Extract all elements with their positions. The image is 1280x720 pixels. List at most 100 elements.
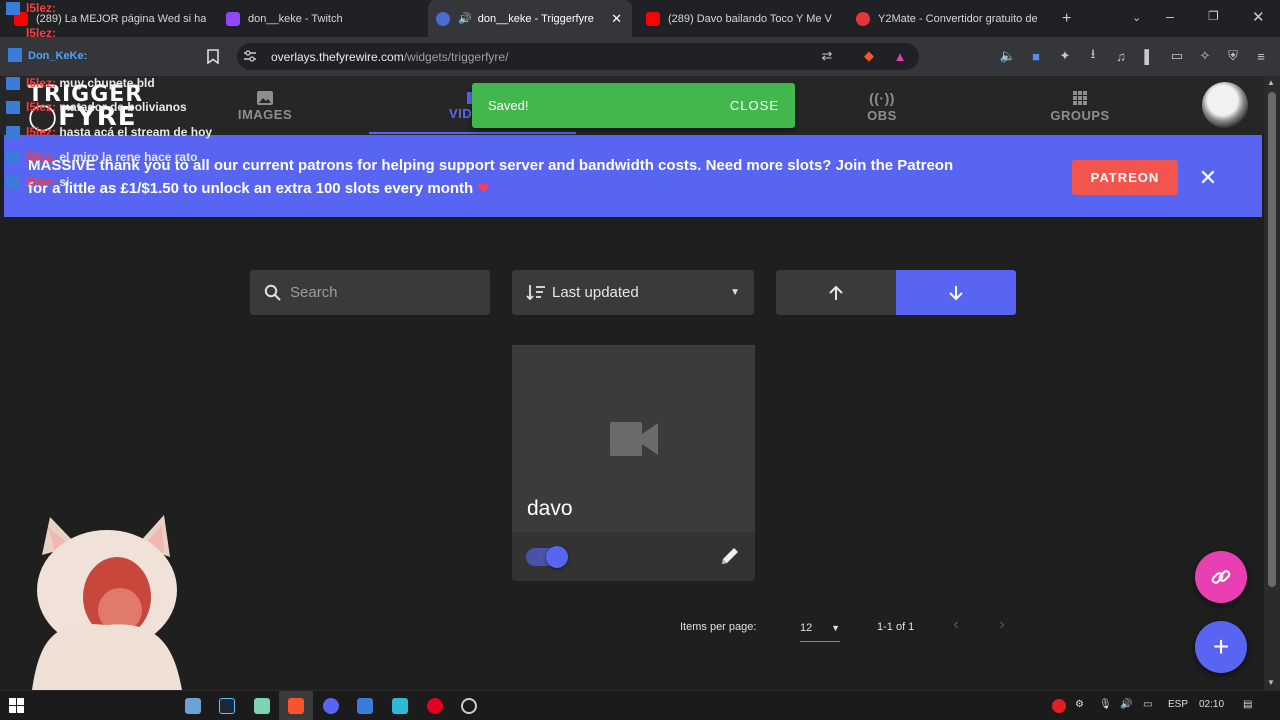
tray-app-icon[interactable] (1052, 699, 1066, 713)
chat-line: l5lez: muy chupete bld (6, 76, 155, 91)
close-tab-icon[interactable]: ✕ (611, 11, 622, 27)
notes-icon[interactable] (254, 698, 270, 714)
wallet-icon[interactable]: ▭ (1169, 48, 1185, 64)
obs-icon[interactable] (461, 698, 477, 714)
explorer-icon[interactable] (357, 698, 373, 714)
sort-select[interactable]: Last updated ▼ (512, 270, 754, 315)
taskbar-app-icon[interactable] (185, 698, 201, 714)
link-fab-button[interactable] (1195, 551, 1247, 603)
brave-browser-icon[interactable] (288, 698, 304, 714)
enabled-toggle[interactable] (526, 545, 568, 569)
user-avatar[interactable] (1202, 82, 1248, 128)
menu-icon[interactable]: ≡ (1253, 48, 1269, 64)
browser-tab-twitch[interactable]: don__keke - Twitch (226, 0, 418, 37)
items-per-page-select[interactable]: 12 ▼ (800, 614, 840, 642)
restore-icon[interactable]: ❐ (1208, 9, 1219, 23)
tab-label: IMAGES (237, 106, 293, 122)
url-host: overlays.thefyrewire.com (271, 49, 404, 64)
search-input[interactable]: Search (250, 270, 490, 315)
broadcast-icon: ((·)) (869, 89, 895, 106)
popcat-overlay-image (32, 515, 182, 690)
sidebar-icon[interactable]: ▌ (1141, 48, 1157, 64)
chat-message: hasta acá el stream de hoy (59, 125, 213, 139)
volume-icon[interactable]: 🔈 (1000, 48, 1016, 64)
minimize-icon[interactable]: – (1166, 8, 1174, 24)
tab-title: don__keke - Triggerfyre (477, 12, 594, 25)
chat-user: l5lez: (26, 1, 57, 15)
translate-icon[interactable]: ⇄ (819, 48, 835, 64)
chat-message: muy chupete bld (59, 76, 155, 90)
chat-line: l5lez: el miro la rene hace rato (6, 150, 198, 165)
chat-badge-icon (6, 101, 20, 115)
chat-message: el miro la rene hace rato (59, 150, 198, 164)
arrow-up-icon (829, 285, 843, 300)
saved-toast: Saved! CLOSE (472, 83, 795, 128)
speaker-tray-icon[interactable]: 🔊 (1120, 699, 1132, 710)
steam-icon[interactable] (219, 698, 235, 714)
chevron-down-icon: ▼ (831, 622, 840, 633)
url-path: /widgets/triggerfyre/ (403, 49, 509, 64)
chat-user: l5lez: (26, 150, 57, 164)
previous-page-button[interactable]: ‹ (946, 616, 966, 638)
leo-ai-icon[interactable]: ✧ (1197, 48, 1213, 64)
videocam-icon (610, 422, 658, 456)
search-placeholder: Search (290, 284, 338, 301)
sort-label: Last updated (552, 284, 639, 301)
tab-label: GROUPS (1050, 107, 1110, 123)
tray-steam-icon[interactable]: ⚙ (1075, 699, 1084, 710)
tab-images[interactable]: IMAGES (220, 84, 310, 128)
tab-obs[interactable]: ((·)) OBS (842, 84, 922, 128)
browser-tab-youtube-2[interactable]: (289) Davo bailando Toco Y Me V (646, 0, 836, 37)
brave-shields-icon[interactable]: ◆ (861, 48, 877, 64)
tab-search-icon[interactable]: ⌄ (1132, 11, 1141, 24)
site-settings-icon[interactable] (242, 48, 258, 64)
new-tab-icon[interactable]: + (1062, 10, 1071, 28)
search-icon (264, 284, 281, 301)
translate-extension-icon[interactable]: ■ (1028, 48, 1044, 64)
chat-badge-icon (6, 176, 20, 190)
link-icon (1211, 570, 1231, 584)
add-fab-button[interactable]: + (1195, 621, 1247, 673)
items-per-page-value: 12 (800, 621, 813, 634)
sort-descending-button[interactable] (896, 270, 1016, 315)
sort-ascending-button[interactable] (776, 270, 896, 315)
chat-badge-icon (6, 151, 20, 165)
recorder-icon[interactable] (427, 698, 443, 714)
speaker-icon[interactable]: 🔊 (458, 12, 472, 25)
video-title: davo (527, 497, 573, 520)
scroll-up-icon[interactable]: ▲ (1267, 78, 1275, 87)
close-icon[interactable]: ✕ (1196, 166, 1220, 190)
patreon-button[interactable]: PATREON (1072, 160, 1178, 195)
toast-close-button[interactable]: CLOSE (730, 98, 779, 113)
microphone-icon[interactable]: 🎙 (1099, 699, 1112, 710)
bookmark-icon[interactable] (205, 48, 221, 64)
scrollbar-thumb[interactable] (1268, 92, 1276, 587)
downloads-icon[interactable]: ⭳ (1085, 46, 1101, 64)
next-page-button[interactable]: › (992, 616, 1012, 638)
notifications-icon[interactable]: ▤ (1243, 699, 1252, 710)
vpn-icon[interactable]: ⛨ (1225, 48, 1241, 64)
start-icon[interactable] (9, 698, 24, 713)
address-bar[interactable]: overlays.thefyrewire.com/widgets/trigger… (237, 43, 919, 70)
extensions-icon[interactable]: ✦ (1057, 48, 1073, 64)
brave-rewards-icon[interactable]: ▲ (892, 48, 908, 64)
media-icon[interactable]: ♫ (1113, 48, 1129, 64)
plus-icon: + (1212, 631, 1230, 662)
tab-groups[interactable]: GROUPS (1040, 84, 1120, 128)
app-icon[interactable] (392, 698, 408, 714)
browser-tab-triggerfyre[interactable]: 🔊 don__keke - Triggerfyre ✕ (428, 0, 632, 37)
grid-icon (1073, 90, 1087, 105)
tab-label: OBS (867, 107, 897, 123)
youtube-favicon-icon (646, 11, 660, 26)
pagination-range: 1-1 of 1 (877, 621, 915, 633)
edit-icon[interactable] (720, 546, 742, 568)
tab-title: (289) La MEJOR página Wed si ha (36, 12, 206, 25)
network-icon[interactable]: ▭ (1143, 699, 1152, 710)
scroll-down-icon[interactable]: ▼ (1267, 678, 1275, 687)
toggle-knob (546, 546, 568, 568)
close-window-icon[interactable]: ✕ (1252, 8, 1265, 26)
discord-icon[interactable] (323, 698, 339, 714)
language-indicator[interactable]: ESP (1168, 699, 1188, 710)
clock[interactable]: 02:10 (1199, 699, 1224, 710)
browser-tab-y2mate[interactable]: Y2Mate - Convertidor gratuito de (856, 0, 1042, 37)
